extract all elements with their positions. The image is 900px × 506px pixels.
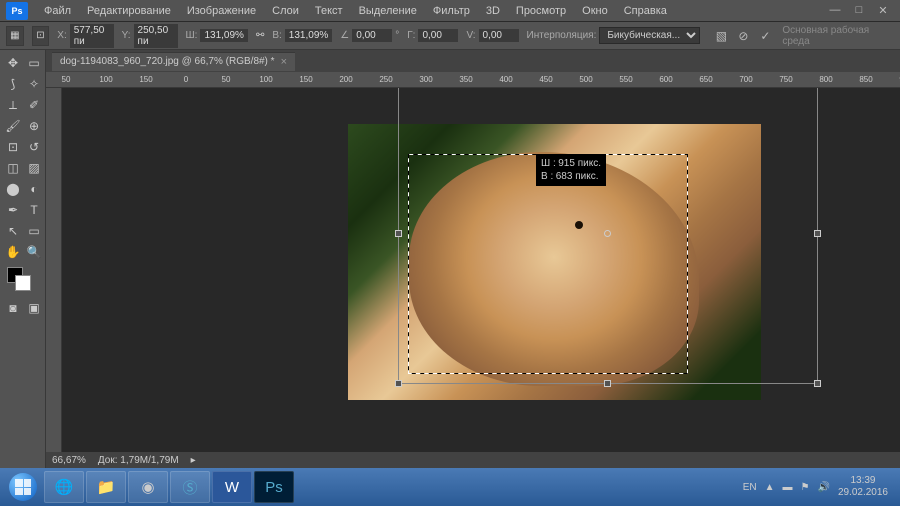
path-tool-icon[interactable]: ↖ — [3, 221, 23, 241]
move-tool-icon[interactable]: ✥ — [3, 53, 23, 73]
menu-3d[interactable]: 3D — [478, 5, 508, 17]
dimension-tooltip: Ш : 915 пикс. В : 683 пикс. — [536, 154, 606, 186]
taskbar-chrome-icon[interactable]: ◉ — [128, 471, 168, 503]
marquee-tool-icon[interactable]: ▭ — [24, 53, 44, 73]
transform-handle-rc[interactable] — [814, 230, 821, 237]
healing-tool-icon[interactable]: ⊕ — [24, 116, 44, 136]
h-label: В: — [272, 30, 281, 41]
tab-close-icon[interactable]: × — [281, 56, 287, 68]
menu-help[interactable]: Справка — [616, 5, 675, 17]
menu-text[interactable]: Текст — [307, 5, 351, 17]
pen-tool-icon[interactable]: ✒ — [3, 200, 23, 220]
color-swatch[interactable] — [3, 267, 44, 297]
ruler-horizontal[interactable]: 5010015005010015020025030035040045050055… — [46, 72, 900, 88]
history-brush-icon[interactable]: ↺ — [24, 137, 44, 157]
taskbar-photoshop-icon[interactable]: Ps — [254, 471, 294, 503]
status-zoom[interactable]: 66,67% — [52, 455, 86, 466]
interp-label: Интерполяция: — [527, 30, 597, 41]
window-close-icon[interactable]: ✕ — [876, 4, 890, 18]
link-wh-icon[interactable]: ⚯ — [256, 30, 264, 41]
menu-window[interactable]: Окно — [574, 5, 616, 17]
app-logo: Ps — [6, 2, 28, 20]
transform-handle-bl[interactable] — [395, 380, 402, 387]
transform-handle-lc[interactable] — [395, 230, 402, 237]
y-label: Y: — [122, 30, 131, 41]
canvas[interactable]: Ш : 915 пикс. В : 683 пикс. — [62, 88, 900, 436]
hand-tool-icon[interactable]: ✋ — [3, 242, 23, 262]
shape-tool-icon[interactable]: ▭ — [24, 221, 44, 241]
w-label: Ш: — [186, 30, 198, 41]
type-tool-icon[interactable]: T — [24, 200, 44, 220]
stamp-tool-icon[interactable]: ⊡ — [3, 137, 23, 157]
hskew-field[interactable]: 0,00 — [418, 29, 458, 42]
tray-flag-icon[interactable]: ▲ — [765, 482, 775, 493]
h-field[interactable]: 131,09% — [285, 29, 332, 42]
taskbar-explorer-icon[interactable]: 📁 — [86, 471, 126, 503]
transform-handle-bc[interactable] — [604, 380, 611, 387]
tab-title: dog-1194083_960_720.jpg @ 66,7% (RGB/8#)… — [60, 56, 275, 67]
reference-point-icon[interactable]: ⊡ — [32, 26, 50, 46]
w-field[interactable]: 131,09% — [200, 29, 247, 42]
x-label: X: — [57, 30, 66, 41]
start-button[interactable] — [4, 471, 42, 503]
window-minimize-icon[interactable]: — — [828, 4, 842, 18]
gradient-tool-icon[interactable]: ▨ — [24, 158, 44, 178]
eraser-tool-icon[interactable]: ◫ — [3, 158, 23, 178]
taskbar-skype-icon[interactable]: Ⓢ — [170, 471, 210, 503]
status-doc[interactable]: Док: 1,79M/1,79M — [98, 455, 179, 466]
x-field[interactable]: 577,50 пи — [70, 24, 114, 48]
menu-select[interactable]: Выделение — [351, 5, 425, 17]
menu-file[interactable]: Файл — [36, 5, 79, 17]
screenmode-icon[interactable]: ▣ — [24, 298, 44, 318]
angle-label: ∠ — [340, 30, 349, 41]
quickmask-icon[interactable]: ◙ — [3, 298, 23, 318]
vskew-field[interactable]: 0,00 — [479, 29, 519, 42]
menu-edit[interactable]: Редактирование — [79, 5, 179, 17]
tray-clock[interactable]: 13:39 29.02.2016 — [838, 475, 888, 499]
menu-view[interactable]: Просмотр — [508, 5, 574, 17]
workspace-label[interactable]: Основная рабочая среда — [782, 25, 894, 47]
zoom-tool-icon[interactable]: 🔍 — [24, 242, 44, 262]
menu-image[interactable]: Изображение — [179, 5, 264, 17]
menu-layers[interactable]: Слои — [264, 5, 307, 17]
vskew-label: V: — [466, 30, 475, 41]
taskbar-word-icon[interactable]: W — [212, 471, 252, 503]
taskbar-ie-icon[interactable]: 🌐 — [44, 471, 84, 503]
commit-transform-icon[interactable]: ✓ — [756, 27, 774, 45]
transform-tool-icon[interactable]: ▦ — [6, 26, 24, 46]
hskew-label: Г: — [407, 30, 415, 41]
angle-field[interactable]: 0,00 — [352, 29, 392, 42]
y-field[interactable]: 250,50 пи — [134, 24, 178, 48]
ruler-vertical[interactable] — [46, 88, 62, 452]
brush-tool-icon[interactable]: 🖌 — [3, 116, 23, 136]
menu-filter[interactable]: Фильтр — [425, 5, 478, 17]
tray-action-icon[interactable]: ⚑ — [801, 482, 810, 493]
wand-tool-icon[interactable]: ✧ — [24, 74, 44, 94]
warp-mode-icon[interactable]: ▧ — [712, 27, 730, 45]
tray-sound-icon[interactable]: 🔊 — [817, 482, 829, 493]
tray-network-icon[interactable]: ▬ — [783, 482, 793, 493]
dodge-tool-icon[interactable]: ◐ — [24, 179, 44, 199]
cancel-transform-icon[interactable]: ⊘ — [734, 27, 752, 45]
blur-tool-icon[interactable]: ⬤ — [3, 179, 23, 199]
window-maximize-icon[interactable]: □ — [852, 4, 866, 18]
toolbox: ✥ ▭ ⟆ ✧ ⟂ ✐ 🖌 ⊕ ⊡ ↺ ◫ ▨ ⬤ ◐ ✒ T ↖ ▭ ✋ 🔍 … — [0, 50, 46, 468]
transform-handle-br[interactable] — [814, 380, 821, 387]
document-tab[interactable]: dog-1194083_960_720.jpg @ 66,7% (RGB/8#)… — [52, 52, 295, 71]
interp-select[interactable]: Бикубическая... — [599, 27, 700, 44]
lasso-tool-icon[interactable]: ⟆ — [3, 74, 23, 94]
crop-tool-icon[interactable]: ⟂ — [3, 95, 23, 115]
selection-marquee — [408, 154, 688, 374]
eyedropper-tool-icon[interactable]: ✐ — [24, 95, 44, 115]
tray-lang[interactable]: EN — [743, 482, 757, 493]
